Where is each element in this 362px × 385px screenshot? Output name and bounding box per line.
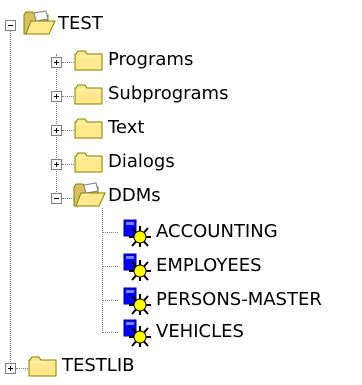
- tree-connector: [102, 266, 118, 267]
- tree-node-label: Programs: [108, 49, 194, 70]
- tree-connector: [62, 96, 74, 97]
- tree-node-test[interactable]: TEST: [58, 10, 103, 38]
- folder-closed-icon: [74, 150, 104, 174]
- tree-connector: [102, 300, 118, 301]
- folder-open-icon: [72, 182, 106, 208]
- ddm-icon: [118, 252, 154, 282]
- tree-node-persons-master[interactable]: PERSONS-MASTER: [156, 286, 322, 314]
- tree-node-vehicles[interactable]: VEHICLES: [156, 318, 244, 346]
- tree-node-subprograms[interactable]: Subprograms: [108, 80, 228, 108]
- folder-closed-icon: [74, 82, 104, 106]
- tree-node-label: DDMs: [108, 185, 161, 206]
- tree-connector: [62, 164, 74, 165]
- tree-connector-ddms: [102, 208, 103, 331]
- expand-subprograms-button[interactable]: [51, 91, 62, 102]
- tree-node-dialogs[interactable]: Dialogs: [108, 148, 175, 176]
- tree-node-label: PERSONS-MASTER: [156, 289, 322, 310]
- expand-text-button[interactable]: [51, 125, 62, 136]
- expand-programs-button[interactable]: [51, 57, 62, 68]
- tree-node-accounting[interactable]: ACCOUNTING: [156, 218, 278, 246]
- tree-node-label: TEST: [58, 13, 103, 34]
- folder-open-icon: [22, 10, 56, 36]
- folder-closed-icon: [28, 354, 58, 378]
- tree-connector: [62, 62, 74, 63]
- ddm-icon: [118, 218, 154, 248]
- tree-connector: [102, 232, 118, 233]
- tree-connector: [62, 130, 74, 131]
- folder-closed-icon: [74, 48, 104, 72]
- expand-testlib-button[interactable]: [5, 363, 16, 374]
- collapse-test-button[interactable]: [5, 20, 16, 31]
- tree-node-label: ACCOUNTING: [156, 221, 278, 242]
- collapse-ddms-button[interactable]: [51, 193, 62, 204]
- tree-node-label: EMPLOYEES: [156, 255, 262, 276]
- tree-node-label: Text: [108, 117, 145, 138]
- tree-node-label: Subprograms: [108, 83, 229, 104]
- ddm-icon: [118, 318, 154, 348]
- tree-node-employees[interactable]: EMPLOYEES: [156, 252, 262, 280]
- tree-node-ddms[interactable]: DDMs: [108, 182, 161, 210]
- tree-node-testlib[interactable]: TESTLIB: [62, 352, 134, 380]
- ddm-icon: [118, 286, 154, 316]
- folder-closed-icon: [74, 116, 104, 140]
- tree-view[interactable]: TEST Programs Subprograms Text Dialogs D…: [0, 0, 362, 385]
- tree-node-text[interactable]: Text: [108, 114, 144, 142]
- tree-connector-root: [10, 30, 11, 372]
- tree-connector: [102, 332, 118, 333]
- tree-node-label: Dialogs: [108, 151, 175, 172]
- tree-node-label: TESTLIB: [62, 355, 135, 376]
- tree-node-programs[interactable]: Programs: [108, 46, 193, 74]
- tree-node-label: VEHICLES: [156, 321, 244, 342]
- expand-dialogs-button[interactable]: [51, 159, 62, 170]
